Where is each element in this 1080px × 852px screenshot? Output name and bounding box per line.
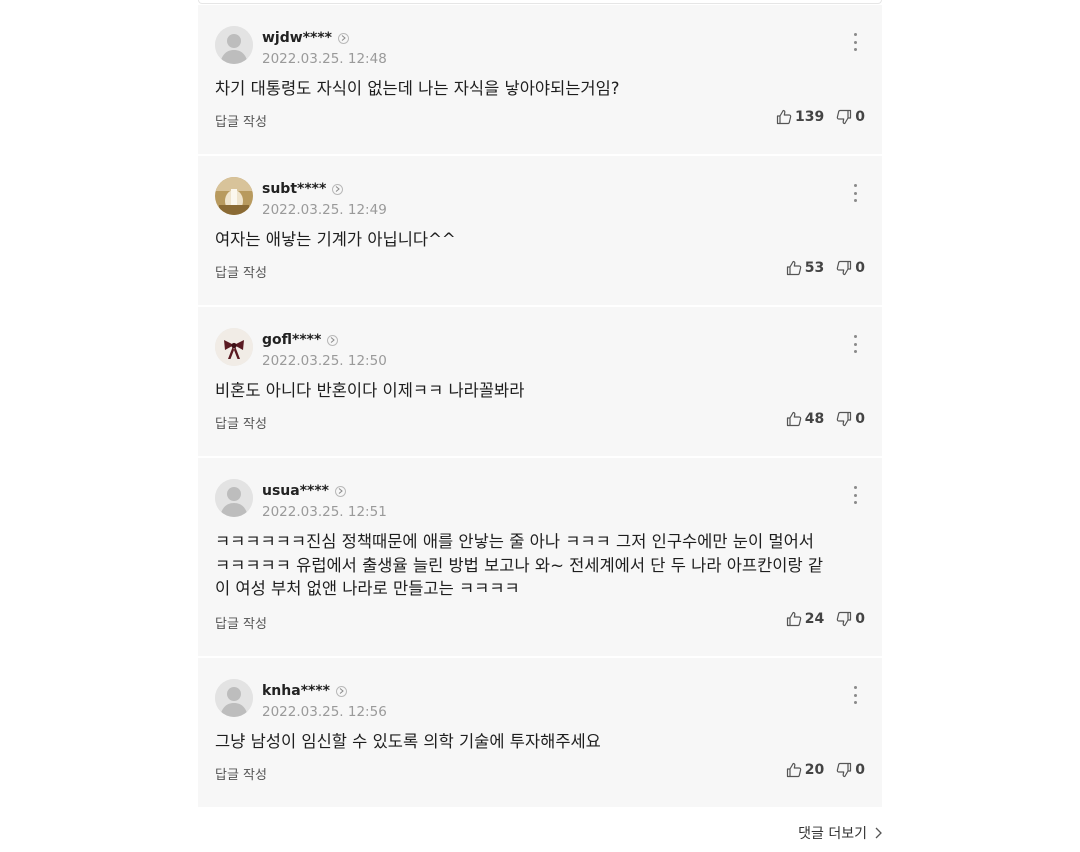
comment-timestamp: 2022.03.25. 12:49 bbox=[262, 202, 387, 218]
comment-item: gofl**** 2022.03.25. 12:50 비혼도 아니다 반혼이다 … bbox=[198, 307, 882, 456]
like-count: 24 bbox=[804, 611, 825, 627]
more-comments-link[interactable]: 댓글 더보기 bbox=[798, 823, 882, 843]
like-count: 20 bbox=[804, 762, 825, 778]
profile-arrow-icon[interactable] bbox=[332, 183, 344, 195]
comment-text: 비혼도 아니다 반혼이다 이제ㅋㅋ 나라꼴봐라 bbox=[215, 381, 525, 400]
comment-timestamp: 2022.03.25. 12:50 bbox=[262, 353, 387, 369]
like-count: 139 bbox=[795, 109, 825, 125]
default-avatar-icon[interactable] bbox=[215, 679, 253, 717]
dislike-count: 0 bbox=[855, 411, 865, 427]
dislike-count: 0 bbox=[855, 611, 865, 627]
profile-arrow-icon[interactable] bbox=[327, 334, 339, 346]
profile-arrow-icon[interactable] bbox=[337, 32, 349, 44]
comment-item: knha**** 2022.03.25. 12:56 그냥 남성이 임신할 수 … bbox=[198, 658, 882, 807]
like-button[interactable]: 53 bbox=[786, 260, 824, 276]
comment-item: usua**** 2022.03.25. 12:51 ㅋㅋㅋㅋㅋㅋ진심 정책때문… bbox=[198, 458, 882, 656]
more-options-icon[interactable] bbox=[848, 182, 862, 204]
thumbs-up-icon bbox=[776, 109, 792, 125]
comment-text: 그냥 남성이 임신할 수 있도록 의학 기술에 투자해주세요 bbox=[215, 732, 601, 751]
dislike-button[interactable]: 0 bbox=[836, 109, 865, 125]
chevron-right-icon bbox=[875, 827, 882, 839]
like-button[interactable]: 139 bbox=[776, 109, 824, 125]
default-avatar-icon[interactable] bbox=[215, 26, 253, 64]
comment-text: 여자는 애낳는 기계가 아닙니다^^ bbox=[215, 230, 456, 249]
dislike-count: 0 bbox=[855, 109, 865, 125]
username[interactable]: gofl**** bbox=[262, 332, 321, 348]
reply-button[interactable]: 답글 작성 bbox=[215, 413, 267, 432]
dislike-button[interactable]: 0 bbox=[836, 411, 865, 427]
dislike-button[interactable]: 0 bbox=[836, 260, 865, 276]
reply-button[interactable]: 답글 작성 bbox=[215, 111, 267, 130]
more-options-icon[interactable] bbox=[848, 684, 862, 706]
thumbs-up-icon bbox=[786, 411, 802, 427]
dislike-button[interactable]: 0 bbox=[836, 762, 865, 778]
thumbs-down-icon bbox=[836, 611, 852, 627]
ribbon-avatar[interactable] bbox=[215, 328, 253, 366]
thumbs-up-icon bbox=[786, 260, 802, 276]
default-avatar-icon[interactable] bbox=[215, 479, 253, 517]
profile-arrow-icon[interactable] bbox=[335, 485, 346, 497]
comment-timestamp: 2022.03.25. 12:48 bbox=[262, 51, 387, 67]
comment-text: ㅋㅋㅋㅋㅋㅋ진심 정책때문에 애를 안낳는 줄 아나 ㅋㅋㅋ 그저 인구수에만 … bbox=[215, 532, 824, 598]
thumbs-down-icon bbox=[836, 109, 852, 125]
comment-item: wjdw**** 2022.03.25. 12:48 차기 대통령도 자식이 없… bbox=[198, 5, 882, 154]
thumbs-down-icon bbox=[836, 260, 852, 276]
profile-arrow-icon[interactable] bbox=[335, 685, 347, 697]
previous-card-edge bbox=[198, 0, 882, 4]
comment-timestamp: 2022.03.25. 12:51 bbox=[262, 504, 387, 520]
username[interactable]: wjdw**** bbox=[262, 30, 332, 46]
more-comments-label: 댓글 더보기 bbox=[798, 826, 867, 842]
dislike-count: 0 bbox=[855, 260, 865, 276]
more-options-icon[interactable] bbox=[848, 484, 862, 506]
username[interactable]: subt**** bbox=[262, 181, 326, 197]
like-count: 48 bbox=[804, 411, 825, 427]
more-options-icon[interactable] bbox=[848, 333, 862, 355]
photo-avatar[interactable] bbox=[215, 177, 253, 215]
like-button[interactable]: 24 bbox=[786, 611, 824, 627]
dislike-button[interactable]: 0 bbox=[836, 611, 865, 627]
comment-item: subt**** 2022.03.25. 12:49 여자는 애낳는 기계가 아… bbox=[198, 156, 882, 305]
like-count: 53 bbox=[804, 260, 825, 276]
reply-button[interactable]: 답글 작성 bbox=[215, 613, 267, 632]
reply-button[interactable]: 답글 작성 bbox=[215, 764, 267, 783]
like-button[interactable]: 20 bbox=[786, 762, 824, 778]
dislike-count: 0 bbox=[855, 762, 865, 778]
comment-text: 차기 대통령도 자식이 없는데 나는 자식을 낳아야되는거임? bbox=[215, 79, 620, 98]
thumbs-down-icon bbox=[836, 411, 852, 427]
reply-button[interactable]: 답글 작성 bbox=[215, 262, 267, 281]
more-options-icon[interactable] bbox=[848, 31, 862, 53]
comment-timestamp: 2022.03.25. 12:56 bbox=[262, 704, 387, 720]
thumbs-up-icon bbox=[786, 611, 802, 627]
comment-section: wjdw**** 2022.03.25. 12:48 차기 대통령도 자식이 없… bbox=[0, 0, 1080, 852]
username[interactable]: knha**** bbox=[262, 683, 330, 699]
thumbs-up-icon bbox=[786, 762, 802, 778]
username[interactable]: usua**** bbox=[262, 483, 329, 499]
thumbs-down-icon bbox=[836, 762, 852, 778]
like-button[interactable]: 48 bbox=[786, 411, 824, 427]
